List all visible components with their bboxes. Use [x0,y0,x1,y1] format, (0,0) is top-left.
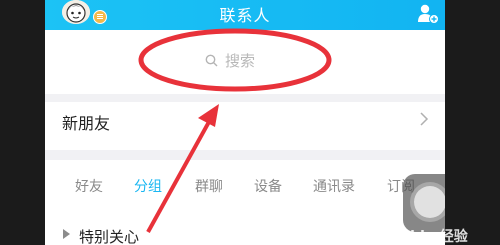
add-contact-icon[interactable] [416,2,440,26]
search-placeholder: 搜索 [225,52,256,70]
tab-groups[interactable]: 分组 [134,176,162,196]
tab-devices[interactable]: 设备 [254,176,282,196]
search-area: 搜索 [45,30,445,94]
contacts-tabs: 好友 分组 群聊 设备 通讯录 订阅 [45,170,445,202]
header-bar: 联系人 [45,0,445,30]
group-label: 特别关心 [79,228,140,245]
page-title: 联系人 [219,6,271,25]
tab-friends[interactable]: 好友 [75,176,103,196]
chevron-right-icon [420,112,429,126]
search-icon [205,54,218,67]
floating-assistive-button[interactable] [403,174,445,232]
search-input[interactable]: 搜索 [195,48,305,72]
group-row-special-care[interactable]: 特别关心 [45,222,445,245]
tab-group-chats[interactable]: 群聊 [195,176,223,196]
watermark: Baidu 经验 [390,229,468,245]
right-border [445,0,500,245]
expand-arrow-icon [63,229,70,239]
new-friends-row[interactable]: 新朋友 [45,100,445,140]
new-friends-label: 新朋友 [62,114,111,133]
assistive-touch-icon [414,186,445,218]
divider [45,150,445,160]
contacts-screen: 联系人 搜索 新朋友 好友 分组 群聊 设备 通讯录 订阅 特别关心 [45,0,445,245]
left-border [0,0,45,245]
tab-address-book[interactable]: 通讯录 [313,176,355,196]
